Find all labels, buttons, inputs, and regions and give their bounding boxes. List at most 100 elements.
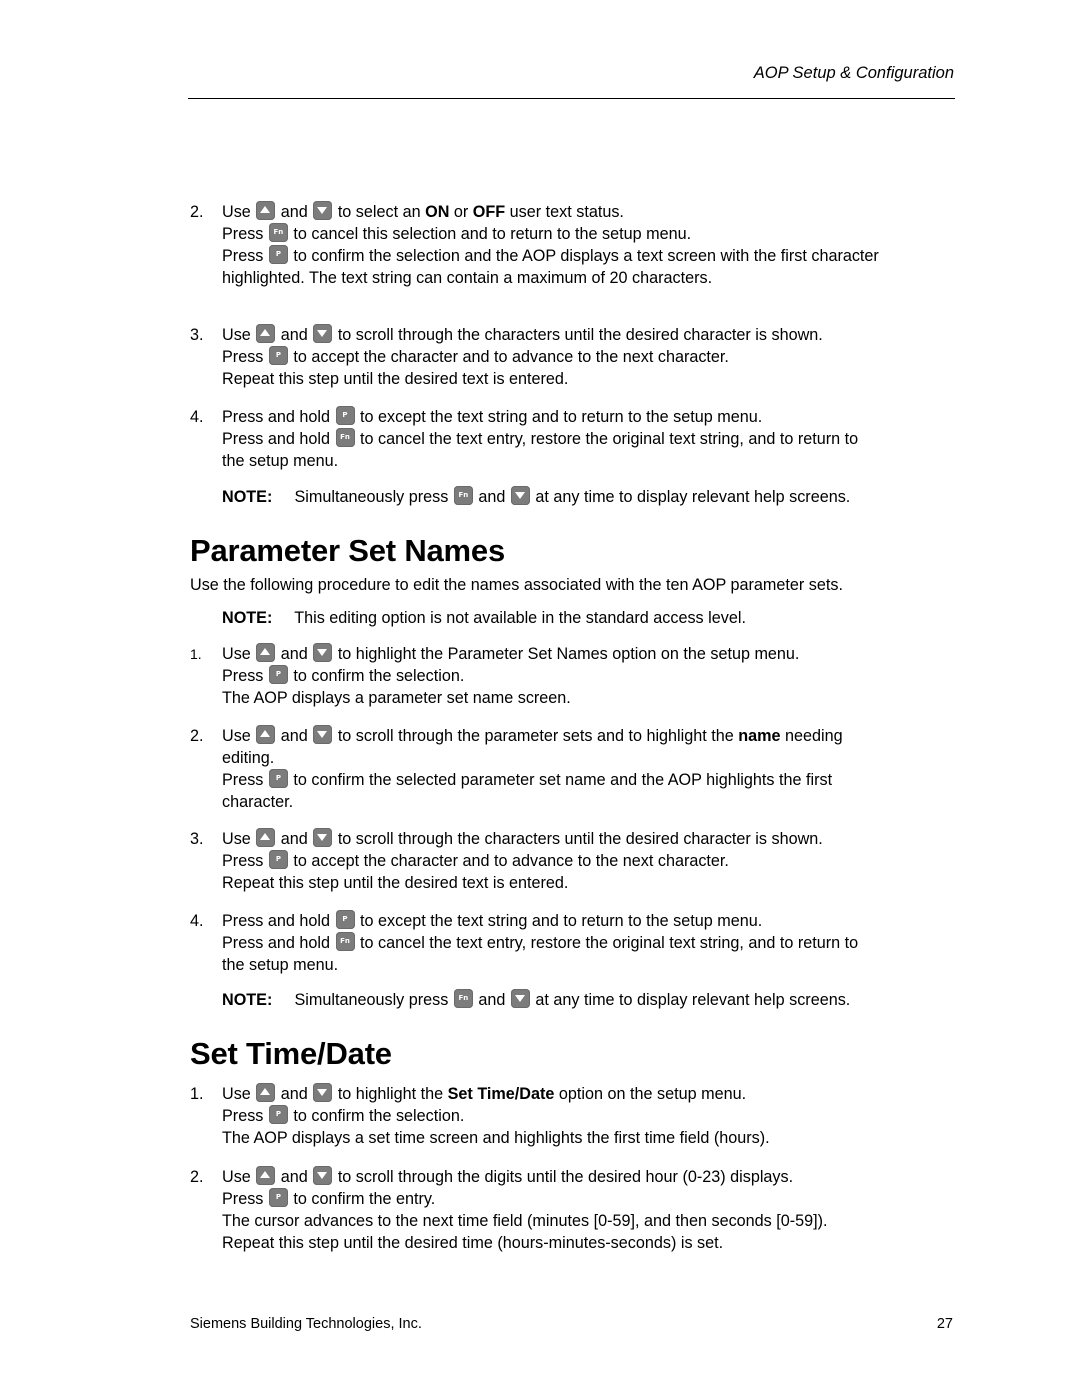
step-number: 1. [190, 646, 202, 662]
text: Press [222, 1107, 264, 1125]
text: to scroll through the parameter sets and… [337, 727, 734, 745]
text: Use [222, 830, 251, 848]
up-arrow-key-icon [256, 1083, 276, 1102]
key-glyph: Fn [340, 433, 350, 441]
down-arrow-key-icon [313, 201, 333, 220]
down-arrow-key-icon [510, 989, 530, 1008]
text: the setup menu. [222, 956, 339, 974]
text: to highlight the [337, 1085, 444, 1103]
section-heading-parameter-set-names: Parameter Set Names [190, 533, 505, 568]
step-number: 2. [190, 203, 204, 221]
p-key-icon: P [268, 1188, 288, 1207]
text: to cancel this selection and to return t… [293, 225, 692, 243]
text: Press [222, 225, 264, 243]
text: Simultaneously press [294, 991, 449, 1009]
text: at any time to display relevant help scr… [535, 488, 851, 506]
p-key-icon: P [268, 346, 288, 365]
help-note: NOTE: Simultaneously press Fn and at any… [190, 486, 960, 508]
text: to scroll through the characters until t… [337, 830, 823, 848]
text: to confirm the entry. [293, 1190, 436, 1208]
fn-key-icon: Fn [335, 428, 355, 447]
text: to cancel the text entry, restore the or… [360, 934, 859, 952]
note-label: NOTE: [222, 991, 273, 1009]
fn-key-icon: Fn [453, 989, 473, 1008]
up-arrow-key-icon [256, 1166, 276, 1185]
text: Press [222, 348, 264, 366]
text: and [280, 1168, 308, 1186]
text: to confirm the selection. [293, 1107, 465, 1125]
text: user text status. [509, 203, 624, 221]
parameter-set-names-help-note: NOTE: Simultaneously press Fn and at any… [190, 989, 960, 1011]
parameter-set-names-step-3: 3. Use and to scroll through the charact… [190, 828, 960, 894]
text: or [453, 203, 469, 221]
up-arrow-key-icon [256, 828, 276, 847]
text: Press and hold [222, 912, 330, 930]
step-number: 1. [190, 1085, 204, 1103]
text: needing [785, 727, 843, 745]
up-arrow-key-icon [256, 725, 276, 744]
key-glyph: P [275, 855, 281, 863]
text: Use [222, 727, 251, 745]
text: and [280, 1085, 308, 1103]
text: Use [222, 326, 251, 344]
text: and [280, 203, 308, 221]
down-arrow-key-icon [313, 1083, 333, 1102]
text: editing. [222, 749, 275, 767]
text: and [280, 727, 308, 745]
step-number: 4. [190, 912, 204, 930]
key-glyph: Fn [458, 994, 469, 1002]
text: Repeat this step until the desired text … [222, 370, 569, 388]
text: Use the following procedure to edit the … [190, 576, 843, 594]
p-key-icon: P [268, 850, 288, 869]
p-key-icon: P [268, 769, 288, 788]
user-text-step-4: 4. Press and hold P to except the text s… [190, 406, 960, 472]
down-arrow-key-icon [313, 828, 333, 847]
text: Repeat this step until the desired text … [222, 874, 569, 892]
key-glyph: Fn [458, 491, 469, 499]
p-key-icon: P [335, 406, 355, 425]
section-heading-set-time-date: Set Time/Date [190, 1036, 392, 1071]
off-label: OFF [472, 203, 506, 221]
parameter-set-names-step-2: 2. Use and to scroll through the paramet… [190, 725, 960, 813]
parameter-set-names-step-1: 1. Use and to highlight the Parameter Se… [190, 643, 960, 709]
step-number: 4. [190, 408, 204, 426]
fn-key-icon: Fn [335, 932, 355, 951]
text: to confirm the selection and the AOP dis… [293, 247, 879, 265]
text: The AOP displays a parameter set name sc… [222, 689, 571, 707]
text: Simultaneously press [294, 488, 449, 506]
down-arrow-key-icon [510, 486, 530, 505]
fn-key-icon: Fn [453, 486, 473, 505]
key-glyph: Fn [273, 228, 284, 236]
header-divider [188, 98, 955, 99]
parameter-set-names-intro: Use the following procedure to edit the … [190, 574, 960, 596]
down-arrow-key-icon [313, 643, 333, 662]
text: at any time to display relevant help scr… [535, 991, 851, 1009]
text: The cursor advances to the next time fie… [222, 1212, 828, 1230]
text: Press [222, 771, 264, 789]
text: This editing option is not available in … [294, 609, 746, 627]
text: Press [222, 1190, 264, 1208]
text: Use [222, 1085, 251, 1103]
step-number: 3. [190, 830, 204, 848]
text: to select an [337, 203, 421, 221]
text: to confirm the selection. [293, 667, 465, 685]
text: Use [222, 1168, 251, 1186]
running-header: AOP Setup & Configuration [753, 64, 954, 82]
text: to highlight the Parameter Set Names opt… [337, 645, 800, 663]
down-arrow-key-icon [313, 324, 333, 343]
key-glyph: P [275, 1193, 281, 1201]
text: to cancel the text entry, restore the or… [360, 430, 859, 448]
text: to accept the character and to advance t… [293, 852, 729, 870]
key-glyph: P [275, 774, 281, 782]
text: option on the setup menu. [558, 1085, 747, 1103]
up-arrow-key-icon [256, 643, 276, 662]
step-number: 3. [190, 326, 204, 344]
parameter-set-names-step-4: 4. Press and hold P to except the text s… [190, 910, 960, 976]
up-arrow-key-icon [256, 324, 276, 343]
key-glyph: P [275, 250, 281, 258]
text: to except the text string and to return … [360, 408, 763, 426]
user-text-step-2: 2. Use and to select an ON or OFF user t… [190, 201, 960, 289]
p-key-icon: P [268, 665, 288, 684]
p-key-icon: P [335, 910, 355, 929]
p-key-icon: P [268, 245, 288, 264]
